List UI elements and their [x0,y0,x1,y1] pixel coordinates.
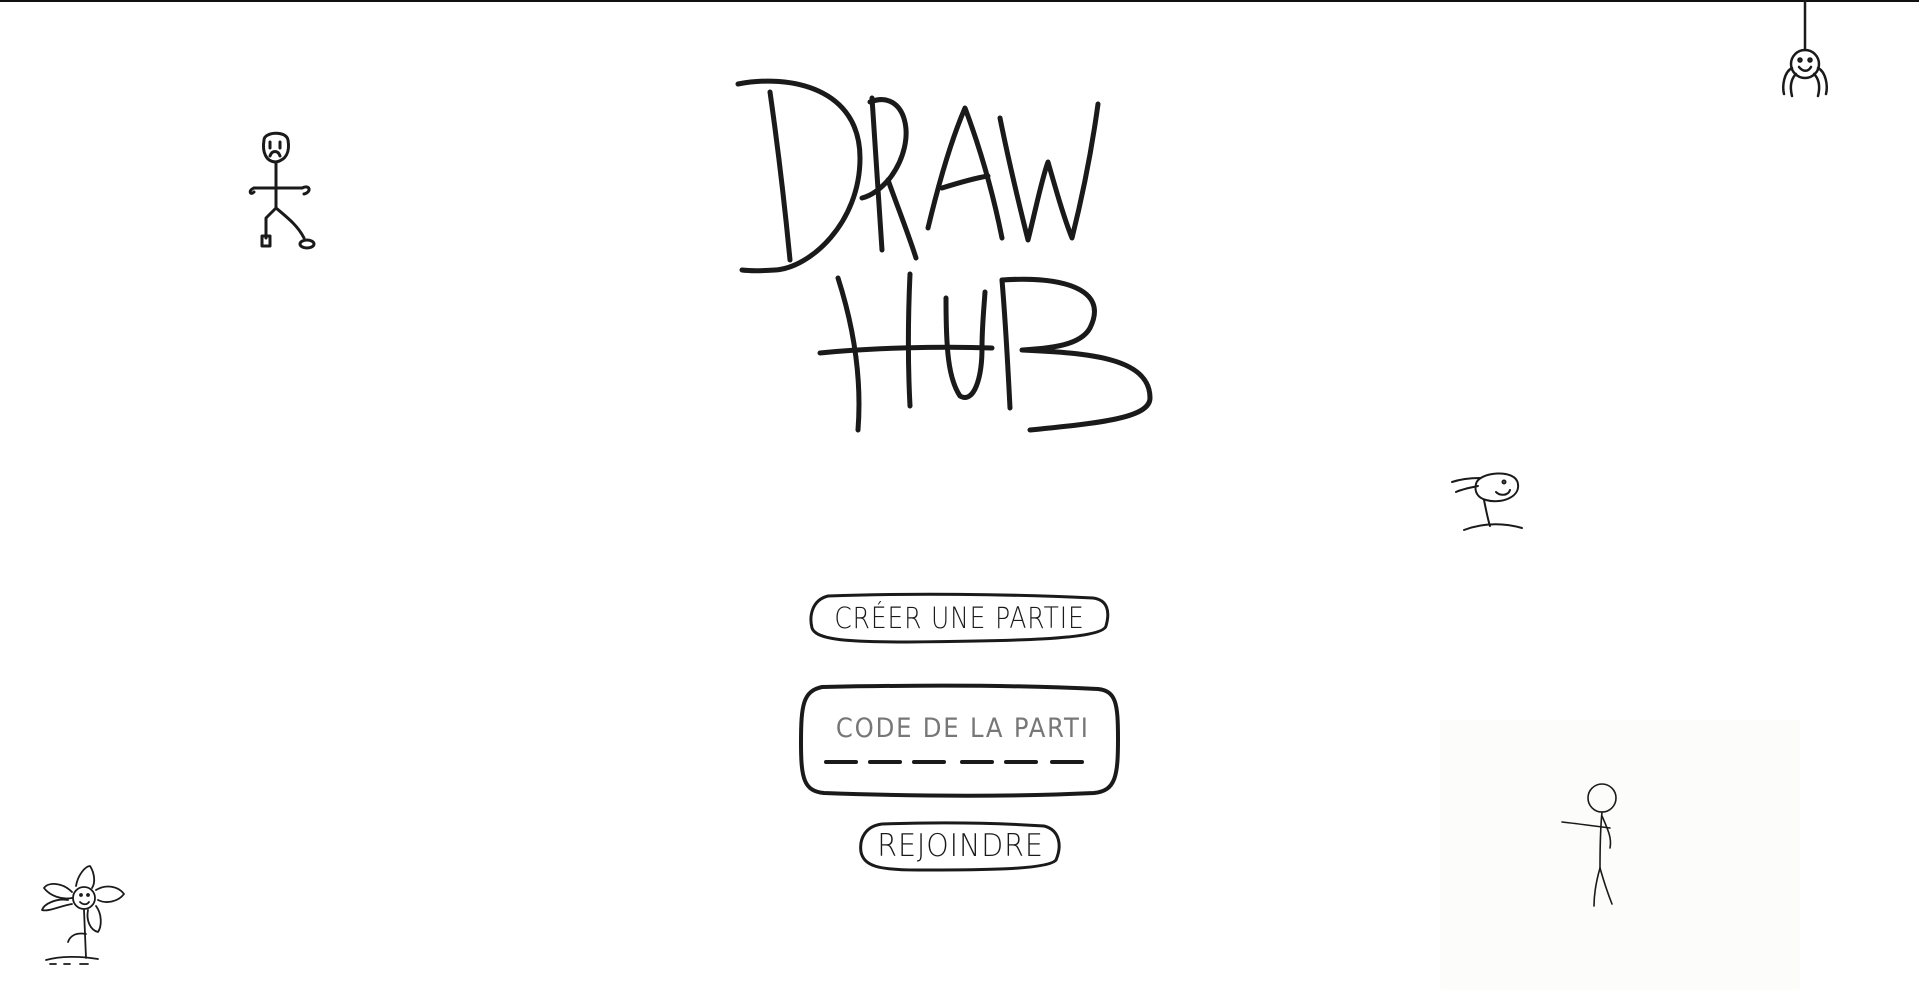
mushroom-creature-icon [1451,472,1523,531]
top-border [0,0,1919,2]
spider-icon [1782,0,1828,98]
join-button[interactable]: REJOINDRE [858,820,1062,872]
pointing-stickman-icon [1561,783,1617,907]
code-dashes [824,760,1084,764]
title-drawing [735,78,1153,433]
game-code-input[interactable] [834,707,1088,749]
flower-icon [41,865,125,965]
sad-stickman-icon [248,131,316,250]
create-game-button[interactable]: CRÉER UNE PARTIE [808,592,1110,644]
stickman-panel [1440,720,1800,990]
create-game-label: CRÉER UNE PARTIE [833,601,1085,635]
join-label: REJOINDRE [876,828,1044,864]
game-code-box [798,683,1120,798]
title-logo: DRAW HUB [730,78,1190,458]
